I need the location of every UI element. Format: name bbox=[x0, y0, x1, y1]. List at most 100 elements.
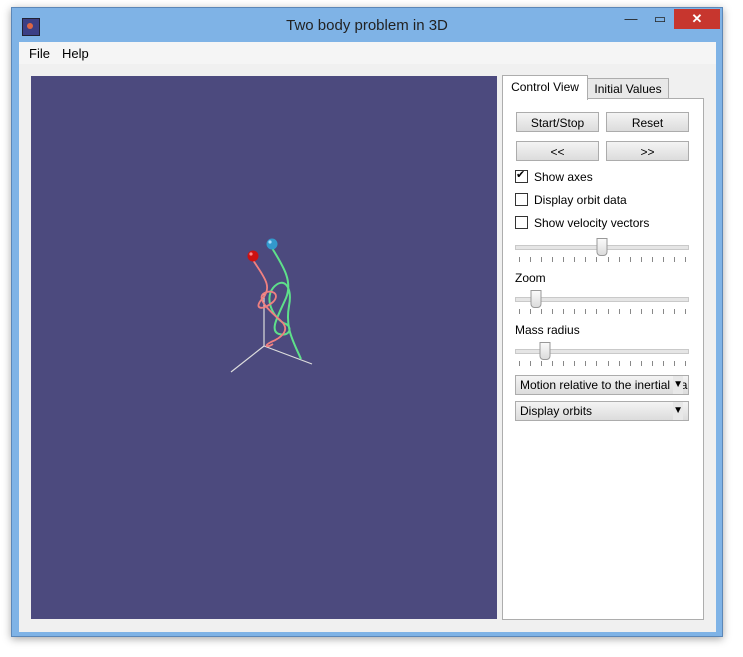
orbit-display-value: Display orbits bbox=[520, 404, 593, 418]
slider-tick bbox=[607, 309, 609, 314]
slider-tick bbox=[596, 257, 598, 262]
reference-frame-dropdown[interactable]: Motion relative to the inertial fra ▼ bbox=[515, 375, 689, 395]
start-stop-button[interactable]: Start/Stop bbox=[516, 112, 599, 132]
mass-radius-slider[interactable] bbox=[515, 342, 689, 366]
slider-ticks bbox=[515, 361, 689, 366]
slider-thumb[interactable] bbox=[596, 238, 608, 256]
slider-thumb[interactable] bbox=[530, 290, 542, 308]
slider-tick bbox=[685, 361, 686, 366]
checkbox-checked-icon[interactable] bbox=[515, 168, 528, 183]
slider-tick bbox=[563, 257, 565, 262]
slider-tick bbox=[629, 257, 631, 262]
menu-file[interactable]: File bbox=[29, 46, 50, 61]
speed-slider[interactable] bbox=[515, 238, 689, 262]
tab-control-view[interactable]: Control View bbox=[502, 75, 588, 100]
menu-bar: File Help bbox=[19, 42, 716, 64]
slider-tick bbox=[607, 257, 609, 262]
slider-tick bbox=[629, 309, 631, 314]
orbit-data-checkbox[interactable]: Display orbit data bbox=[515, 193, 627, 207]
slider-tick bbox=[519, 361, 520, 366]
slider-tick bbox=[618, 257, 620, 262]
3d-viewport[interactable] bbox=[31, 76, 497, 619]
title-bar[interactable]: Two body problem in 3D — ▭ ✕ bbox=[12, 8, 722, 42]
slider-tick bbox=[563, 309, 565, 314]
slider-tick bbox=[519, 257, 520, 262]
slider-tick bbox=[574, 309, 576, 314]
zoom-label: Zoom bbox=[515, 271, 546, 285]
minimize-button[interactable]: — bbox=[616, 9, 646, 29]
slider-tick bbox=[541, 361, 543, 366]
slider-tick bbox=[541, 257, 543, 262]
slider-tick bbox=[618, 309, 620, 314]
step-back-button[interactable]: << bbox=[516, 141, 599, 161]
maximize-button[interactable]: ▭ bbox=[646, 9, 674, 29]
slider-tick bbox=[574, 257, 576, 262]
velocity-vectors-checkbox[interactable]: Show velocity vectors bbox=[515, 216, 649, 230]
step-forward-button[interactable]: >> bbox=[606, 141, 689, 161]
slider-tick bbox=[574, 361, 576, 366]
control-panel: Start/Stop Reset << >> Show axes Display… bbox=[502, 98, 704, 620]
slider-tick bbox=[585, 257, 587, 262]
body-blue bbox=[266, 238, 278, 250]
slider-tick bbox=[685, 309, 686, 314]
axis-x bbox=[230, 345, 265, 373]
body-blue-highlight bbox=[268, 240, 272, 244]
slider-tick bbox=[596, 361, 598, 366]
slider-tick bbox=[563, 361, 565, 366]
slider-tick bbox=[651, 257, 653, 262]
mass-radius-label: Mass radius bbox=[515, 323, 580, 337]
slider-tick bbox=[552, 309, 554, 314]
slider-tick bbox=[530, 361, 532, 366]
slider-tick bbox=[662, 361, 664, 366]
body-red bbox=[247, 250, 259, 262]
slider-tick bbox=[640, 361, 642, 366]
slider-tick bbox=[552, 257, 554, 262]
reset-button[interactable]: Reset bbox=[606, 112, 689, 132]
slider-tick bbox=[662, 309, 664, 314]
menu-help[interactable]: Help bbox=[62, 46, 89, 61]
body-red-highlight bbox=[249, 252, 253, 256]
slider-tick bbox=[629, 361, 631, 366]
show-axes-checkbox[interactable]: Show axes bbox=[515, 168, 593, 184]
slider-tick bbox=[552, 361, 554, 366]
slider-tick bbox=[607, 361, 609, 366]
reference-frame-value: Motion relative to the inertial fra bbox=[520, 378, 688, 392]
slider-tick bbox=[618, 361, 620, 366]
app-window: Two body problem in 3D — ▭ ✕ File Help C… bbox=[11, 7, 723, 637]
tab-widget: Control View Initial Values Start/Stop R… bbox=[502, 72, 704, 620]
slider-tick bbox=[585, 309, 587, 314]
slider-tick bbox=[530, 309, 532, 314]
slider-tick bbox=[673, 257, 675, 262]
orbit-green bbox=[268, 247, 302, 360]
velocity-vectors-label: Show velocity vectors bbox=[534, 216, 650, 230]
axis-y bbox=[263, 345, 313, 365]
slider-tick bbox=[640, 257, 642, 262]
orbit-data-label: Display orbit data bbox=[534, 193, 627, 207]
tab-initial-values[interactable]: Initial Values bbox=[587, 78, 669, 99]
slider-ticks bbox=[515, 257, 689, 262]
slider-tick bbox=[651, 361, 653, 366]
zoom-slider[interactable] bbox=[515, 290, 689, 314]
checkbox-icon[interactable] bbox=[515, 216, 528, 229]
slider-tick bbox=[585, 361, 587, 366]
slider-thumb[interactable] bbox=[539, 342, 551, 360]
dropdown-arrow-icon: ▼ bbox=[673, 402, 683, 420]
simulation-canvas bbox=[230, 238, 313, 373]
checkbox-icon[interactable] bbox=[515, 193, 528, 206]
orbit-display-dropdown[interactable]: Display orbits ▼ bbox=[515, 401, 689, 421]
slider-tick bbox=[596, 309, 598, 314]
slider-tick bbox=[685, 257, 686, 262]
slider-tick bbox=[673, 309, 675, 314]
slider-tick bbox=[519, 309, 520, 314]
show-axes-label: Show axes bbox=[534, 170, 593, 184]
slider-tick bbox=[541, 309, 543, 314]
close-button[interactable]: ✕ bbox=[674, 9, 720, 29]
slider-tick bbox=[651, 309, 653, 314]
slider-tick bbox=[640, 309, 642, 314]
client-area: File Help Control View Initial Values St… bbox=[19, 42, 716, 632]
dropdown-arrow-icon: ▼ bbox=[673, 376, 683, 394]
slider-ticks bbox=[515, 309, 689, 314]
slider-tick bbox=[673, 361, 675, 366]
slider-tick bbox=[530, 257, 532, 262]
slider-tick bbox=[662, 257, 664, 262]
